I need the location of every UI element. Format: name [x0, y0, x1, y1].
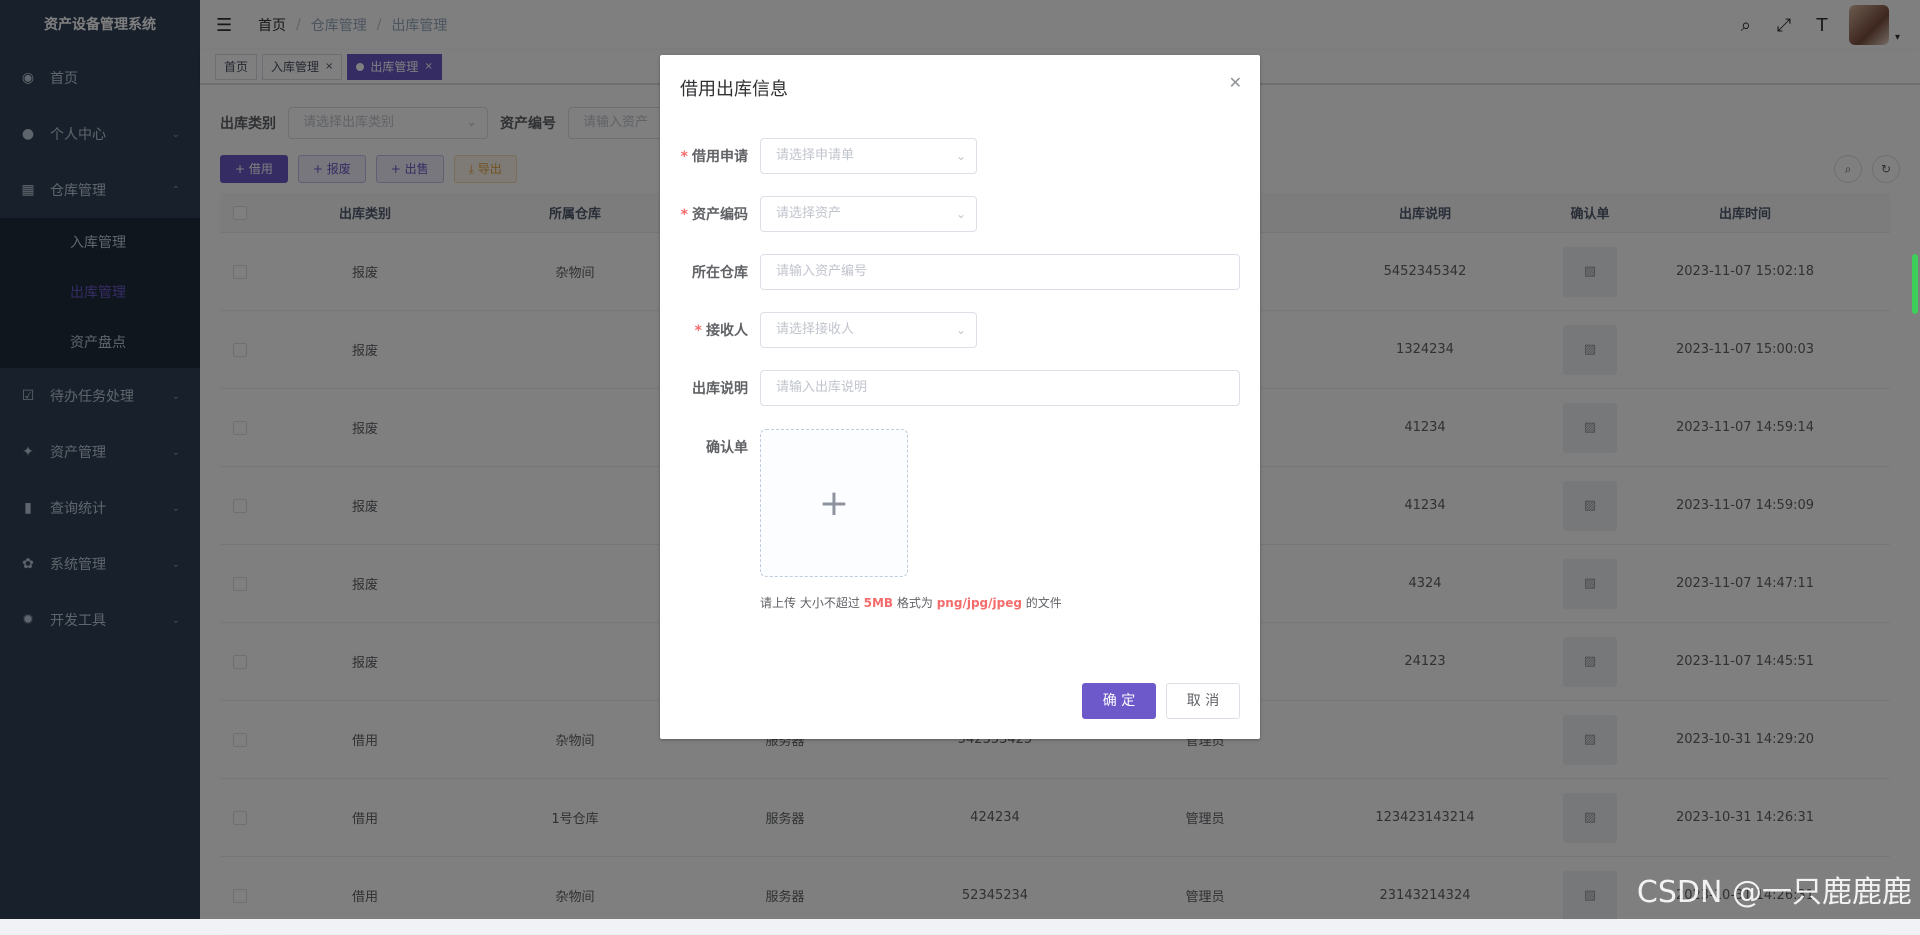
form-item-receiver: * 接收人 请选择接收人 ⌄: [660, 312, 977, 348]
close-icon[interactable]: ✕: [1229, 73, 1242, 92]
receiver-placeholder: 请选择接收人: [776, 322, 855, 337]
asset-label: 资产编码: [692, 207, 748, 223]
warehouse-input[interactable]: 请输入资产编号: [760, 254, 1240, 290]
upload-box[interactable]: +: [760, 429, 908, 577]
borrow-outbound-dialog: 借用出库信息 ✕ * 借用申请 请选择申请单 ⌄ * 资产编码 请选择资产 ⌄ 所在…: [660, 55, 1260, 739]
receiver-label: 接收人: [706, 323, 748, 339]
apply-select[interactable]: 请选择申请单 ⌄: [760, 138, 977, 174]
form-item-remark: 出库说明 请输入出库说明: [660, 370, 1240, 406]
asset-select[interactable]: 请选择资产 ⌄: [760, 196, 977, 232]
warehouse-placeholder: 请输入资产编号: [776, 264, 868, 279]
form-item-confirm: 确认单 +: [660, 429, 908, 577]
apply-placeholder: 请选择申请单: [776, 148, 855, 163]
tip-formats: png/jpg/jpeg: [936, 596, 1022, 610]
warehouse-label: 所在仓库: [692, 265, 748, 281]
tip-prefix: 请上传 大小不超过: [760, 596, 864, 610]
watermark: CSDN @一只鹿鹿鹿: [1636, 875, 1912, 910]
dialog-title: 借用出库信息: [680, 79, 788, 100]
receiver-select[interactable]: 请选择接收人 ⌄: [760, 312, 977, 348]
tip-size: 5MB: [863, 596, 894, 610]
required-mark: *: [680, 207, 688, 223]
chevron-down-icon: ⌄: [955, 149, 966, 163]
scrollbar[interactable]: [1912, 254, 1918, 314]
tip-mid: 格式为: [893, 596, 937, 610]
confirm-label: 确认单: [706, 440, 748, 456]
asset-placeholder: 请选择资产: [776, 206, 842, 221]
chevron-down-icon: ⌄: [955, 323, 966, 337]
chevron-down-icon: ⌄: [955, 207, 966, 221]
form-label: * 接收人: [660, 320, 760, 340]
confirm-button[interactable]: 确 定: [1082, 683, 1156, 719]
form-label: * 借用申请: [660, 146, 760, 166]
remark-input[interactable]: 请输入出库说明: [760, 370, 1240, 406]
form-item-asset: * 资产编码 请选择资产 ⌄: [660, 196, 977, 232]
required-mark: *: [694, 323, 702, 339]
remark-label: 出库说明: [692, 381, 748, 397]
form-item-warehouse: 所在仓库 请输入资产编号: [660, 254, 1240, 290]
remark-placeholder: 请输入出库说明: [776, 380, 868, 395]
form-item-apply: * 借用申请 请选择申请单 ⌄: [660, 138, 977, 174]
tip-suffix: 的文件: [1021, 596, 1062, 610]
plus-icon: +: [818, 482, 850, 524]
form-label: * 资产编码: [660, 204, 760, 224]
cancel-button[interactable]: 取 消: [1166, 683, 1240, 719]
apply-label: 借用申请: [692, 149, 748, 165]
upload-tip: 请上传 大小不超过 5MB 格式为 png/jpg/jpeg 的文件: [760, 594, 1062, 611]
required-mark: *: [680, 149, 688, 165]
